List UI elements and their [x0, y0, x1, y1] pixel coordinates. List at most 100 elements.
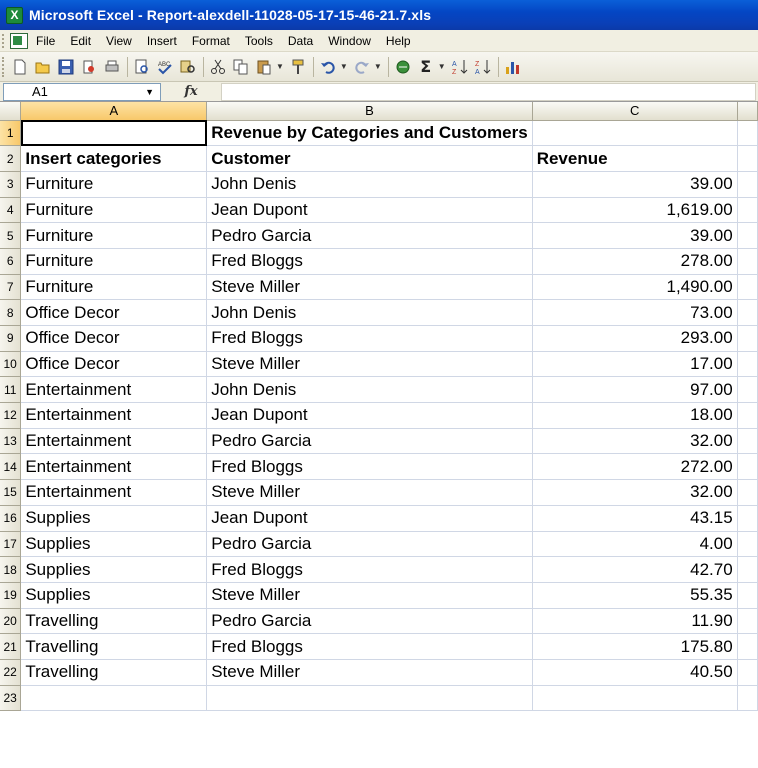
revenue-cell[interactable]: 39.00 — [532, 171, 738, 198]
revenue-cell[interactable]: 1,619.00 — [532, 197, 738, 224]
revenue-cell[interactable]: 43.15 — [532, 505, 738, 532]
category-cell[interactable]: Furniture — [20, 274, 208, 301]
header-cell-category[interactable]: Insert categories — [20, 145, 208, 172]
customer-cell[interactable]: Fred Bloggs — [206, 633, 533, 660]
title-bar[interactable]: X Microsoft Excel - Report-alexdell-1102… — [0, 0, 758, 30]
insert-function-button[interactable]: fx — [161, 84, 221, 99]
row-header[interactable]: 15 — [0, 479, 22, 506]
hyperlink-icon[interactable] — [392, 56, 414, 78]
category-cell[interactable]: Furniture — [20, 248, 208, 275]
row-header[interactable]: 2 — [0, 145, 22, 172]
customer-cell[interactable]: Jean Dupont — [206, 402, 533, 429]
row-header[interactable]: 10 — [0, 351, 22, 378]
spelling-icon[interactable]: ABC — [154, 56, 176, 78]
row-header[interactable]: 23 — [0, 685, 22, 712]
redo-icon[interactable] — [351, 56, 373, 78]
revenue-cell[interactable]: 73.00 — [532, 299, 738, 326]
empty-cell[interactable] — [532, 685, 738, 712]
row-header[interactable]: 4 — [0, 197, 22, 224]
category-cell[interactable]: Supplies — [20, 556, 208, 583]
category-cell[interactable]: Travelling — [20, 659, 208, 686]
redo-dropdown-arrow[interactable]: ▼ — [374, 62, 382, 71]
customer-cell[interactable]: Steve Miller — [206, 582, 533, 609]
category-cell[interactable]: Furniture — [20, 197, 208, 224]
customer-cell[interactable]: Pedro Garcia — [206, 428, 533, 455]
header-cell-revenue[interactable]: Revenue — [532, 145, 738, 172]
new-icon[interactable] — [9, 56, 31, 78]
category-cell[interactable]: Furniture — [20, 171, 208, 198]
row-header[interactable]: 22 — [0, 659, 22, 686]
report-title-cell[interactable]: Revenue by Categories and Customers — [206, 120, 533, 147]
row-header[interactable]: 13 — [0, 428, 22, 455]
category-cell[interactable]: Supplies — [20, 582, 208, 609]
print-icon[interactable] — [101, 56, 123, 78]
category-cell[interactable]: Entertainment — [20, 479, 208, 506]
header-cell-customer[interactable]: Customer — [206, 145, 533, 172]
revenue-cell[interactable]: 175.80 — [532, 633, 738, 660]
menu-window[interactable]: Window — [328, 34, 371, 48]
paste-dropdown-arrow[interactable]: ▼ — [276, 62, 284, 71]
empty-cell[interactable] — [737, 299, 758, 326]
cell-c1[interactable] — [532, 120, 738, 147]
empty-cell[interactable] — [737, 633, 758, 660]
empty-cell[interactable] — [20, 685, 208, 712]
empty-cell[interactable] — [737, 171, 758, 198]
customer-cell[interactable]: Fred Bloggs — [206, 325, 533, 352]
empty-cell[interactable] — [737, 659, 758, 686]
customer-cell[interactable]: Fred Bloggs — [206, 453, 533, 481]
empty-cell[interactable] — [737, 531, 758, 558]
category-cell[interactable]: Entertainment — [20, 428, 208, 455]
empty-cell[interactable] — [737, 351, 758, 378]
menu-help[interactable]: Help — [386, 34, 411, 48]
menu-format[interactable]: Format — [192, 34, 230, 48]
row-header[interactable]: 12 — [0, 402, 22, 429]
column-header-c[interactable]: C — [532, 102, 738, 121]
category-cell[interactable]: Supplies — [20, 531, 208, 558]
menu-grip[interactable] — [2, 33, 6, 48]
revenue-cell[interactable]: 55.35 — [532, 582, 738, 609]
revenue-cell[interactable]: 293.00 — [532, 325, 738, 352]
customer-cell[interactable]: Pedro Garcia — [206, 222, 533, 249]
undo-icon[interactable] — [317, 56, 339, 78]
customer-cell[interactable]: Fred Bloggs — [206, 556, 533, 583]
excel-app-icon[interactable]: X — [6, 6, 23, 24]
workbook-icon[interactable] — [10, 32, 28, 49]
category-cell[interactable]: Travelling — [20, 608, 208, 635]
permission-icon[interactable] — [78, 56, 100, 78]
empty-cell[interactable] — [737, 608, 758, 635]
empty-cell[interactable] — [737, 582, 758, 609]
category-cell[interactable]: Entertainment — [20, 402, 208, 429]
empty-cell[interactable] — [737, 222, 758, 249]
revenue-cell[interactable]: 32.00 — [532, 479, 738, 506]
toolbar-grip[interactable] — [2, 56, 6, 77]
row-header[interactable]: 5 — [0, 222, 22, 249]
category-cell[interactable]: Office Decor — [20, 299, 208, 326]
menu-insert[interactable]: Insert — [147, 34, 177, 48]
cell-d1[interactable] — [737, 120, 758, 147]
menu-tools[interactable]: Tools — [245, 34, 273, 48]
autosum-icon[interactable]: Σ — [415, 56, 437, 78]
category-cell[interactable]: Entertainment — [20, 453, 208, 481]
revenue-cell[interactable]: 278.00 — [532, 248, 738, 275]
category-cell[interactable]: Office Decor — [20, 325, 208, 352]
revenue-cell[interactable]: 11.90 — [532, 608, 738, 635]
name-box-dropdown-arrow[interactable]: ▼ — [145, 87, 154, 97]
revenue-cell[interactable]: 18.00 — [532, 402, 738, 429]
formula-input[interactable] — [221, 82, 756, 101]
row-header[interactable]: 14 — [0, 453, 22, 481]
print-preview-icon[interactable] — [131, 56, 153, 78]
customer-cell[interactable]: Jean Dupont — [206, 505, 533, 532]
empty-cell[interactable] — [737, 376, 758, 404]
paste-icon[interactable] — [253, 56, 275, 78]
row-header[interactable]: 18 — [0, 556, 22, 583]
customer-cell[interactable]: John Denis — [206, 299, 533, 326]
cut-icon[interactable] — [207, 56, 229, 78]
customer-cell[interactable]: John Denis — [206, 376, 533, 404]
sort-descending-icon[interactable]: ZA — [472, 56, 494, 78]
revenue-cell[interactable]: 1,490.00 — [532, 274, 738, 301]
customer-cell[interactable]: Steve Miller — [206, 274, 533, 301]
category-cell[interactable]: Furniture — [20, 222, 208, 249]
category-cell[interactable]: Travelling — [20, 633, 208, 660]
row-header[interactable]: 20 — [0, 608, 22, 635]
row-header[interactable]: 1 — [0, 120, 22, 147]
